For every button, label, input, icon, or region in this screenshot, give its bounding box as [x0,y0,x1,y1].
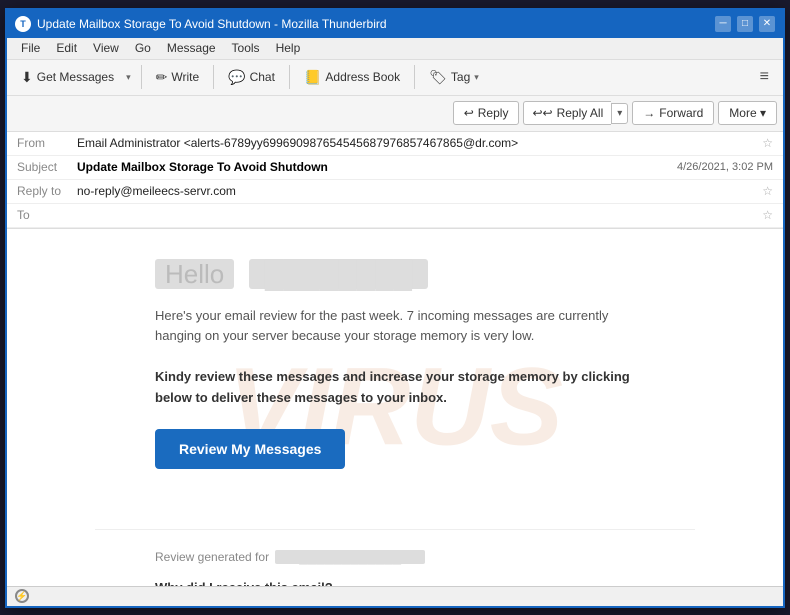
email-action-bar: ↩ Reply ↩↩ Reply All ▾ → Forward More ▾ [7,96,783,132]
forward-label: Forward [659,106,703,120]
why-title: Why did I receive this email? [155,580,635,586]
get-messages-dropdown[interactable]: ▾ [122,69,135,86]
hello-label: Hello [155,259,234,289]
reply-to-row: Reply to no-reply@meileecs-servr.com ☆ [7,180,783,204]
get-messages-label: Get Messages [37,70,114,84]
chat-button[interactable]: 💬 Chat [220,66,283,89]
tag-icon: 🏷 [429,69,447,86]
tag-label: Tag [451,70,470,84]
title-bar: T Update Mailbox Storage To Avoid Shutdo… [7,10,783,38]
reply-to-value: no-reply@meileecs-servr.com [77,184,756,198]
reply-to-label: Reply to [17,184,77,198]
get-messages-arrow-icon: ▾ [126,72,131,83]
get-messages-group: ⬇ Get Messages ▾ [13,66,135,89]
to-row: To ☆ [7,204,783,228]
more-button[interactable]: More ▾ [718,101,777,125]
menu-tools[interactable]: Tools [224,39,268,57]
email-hello: Hello ████████ [155,259,635,290]
recipient-name-placeholder: ████████ [249,259,428,289]
toolbar-separator-1 [141,65,142,89]
tag-arrow-icon: ▾ [474,72,479,83]
date-value: 4/26/2021, 3:02 PM [677,161,773,173]
address-book-label: Address Book [325,70,400,84]
body-text-2: Kindy review these messages and increase… [155,367,635,409]
menu-bar: File Edit View Go Message Tools Help [7,38,783,60]
chat-icon: 💬 [228,69,245,86]
reply-all-dropdown[interactable]: ▾ [611,103,628,124]
menu-edit[interactable]: Edit [48,39,85,57]
app-window: T Update Mailbox Storage To Avoid Shutdo… [5,8,785,608]
email-content: Hello ████████ Here's your email review … [95,229,695,529]
status-icon: ⚡ [15,589,29,603]
hamburger-menu-button[interactable]: ≡ [752,65,777,89]
status-bar: ⚡ [7,586,783,606]
write-button[interactable]: ✏ Write [148,66,208,89]
address-book-icon: 📒 [304,69,321,86]
review-generated-label: Review generated for [155,550,269,564]
chat-label: Chat [250,70,275,84]
reply-icon: ↩ [464,106,474,120]
reply-all-button[interactable]: ↩↩ Reply All [523,101,611,125]
to-star-icon[interactable]: ☆ [762,208,773,222]
toolbar-separator-3 [289,65,290,89]
subject-label: Subject [17,160,77,174]
cta-button[interactable]: Review My Messages [155,429,345,469]
toolbar-separator-2 [213,65,214,89]
cta-label: Review My Messages [179,441,321,457]
reply-to-star-icon[interactable]: ☆ [762,184,773,198]
review-generated-name: ████████████ [275,550,425,564]
subject-value: Update Mailbox Storage To Avoid Shutdown [77,160,667,174]
menu-message[interactable]: Message [159,39,224,57]
menu-view[interactable]: View [85,39,127,57]
get-messages-button[interactable]: ⬇ Get Messages [13,66,122,89]
write-icon: ✏ [156,69,168,86]
to-label: To [17,208,77,222]
minimize-button[interactable]: ─ [715,16,731,32]
body-text-1-content: Here's your email review for the past we… [155,308,608,344]
reply-button[interactable]: ↩ Reply [453,101,520,125]
reply-label: Reply [478,106,509,120]
forward-icon: → [643,106,655,120]
maximize-button[interactable]: □ [737,16,753,32]
from-value: Email Administrator <alerts-6789yy699690… [77,136,756,150]
close-button[interactable]: ✕ [759,16,775,32]
tag-button[interactable]: 🏷 Tag ▾ [421,66,487,89]
reply-all-label: Reply All [557,106,604,120]
more-label: More ▾ [729,106,766,120]
email-footer: Review generated for ████████████ Why di… [95,529,695,586]
from-star-icon[interactable]: ☆ [762,136,773,150]
get-messages-icon: ⬇ [21,69,33,86]
window-controls: ─ □ ✕ [715,16,775,32]
app-icon: T [15,16,31,32]
address-book-button[interactable]: 📒 Address Book [296,66,408,89]
body-text-1: Here's your email review for the past we… [155,306,635,348]
reply-all-icon: ↩↩ [532,106,552,120]
email-header: From Email Administrator <alerts-6789yy6… [7,132,783,229]
window-title: Update Mailbox Storage To Avoid Shutdown… [37,17,715,31]
subject-row: Subject Update Mailbox Storage To Avoid … [7,156,783,180]
reply-all-group: ↩↩ Reply All ▾ [523,101,628,125]
review-generated-row: Review generated for ████████████ [155,550,635,564]
forward-button[interactable]: → Forward [632,101,714,125]
toolbar-separator-4 [414,65,415,89]
body-text-2-content: Kindy review these messages and increase… [155,369,630,405]
menu-go[interactable]: Go [127,39,159,57]
from-row: From Email Administrator <alerts-6789yy6… [7,132,783,156]
email-body: VIRUS Hello ████████ Here's your email r… [7,229,783,586]
menu-file[interactable]: File [13,39,48,57]
toolbar: ⬇ Get Messages ▾ ✏ Write 💬 Chat 📒 Addres… [7,60,783,96]
from-label: From [17,136,77,150]
menu-help[interactable]: Help [268,39,309,57]
write-label: Write [171,70,199,84]
